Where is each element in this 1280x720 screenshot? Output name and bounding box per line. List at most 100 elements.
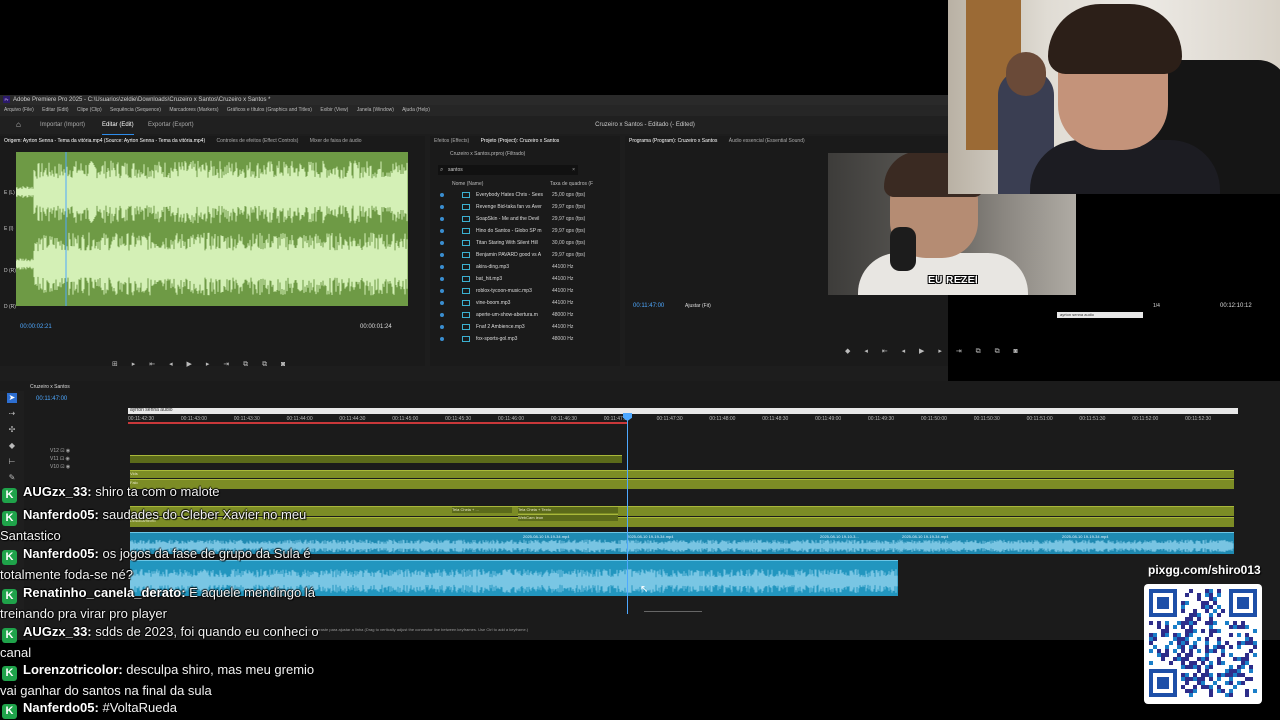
chat-message: K AUGzx_33: shiro ta com o malote	[0, 482, 330, 503]
clip-icon	[462, 276, 470, 282]
menu-edit[interactable]: Editar (Edit)	[42, 107, 68, 113]
label-color-swatch	[440, 289, 444, 293]
project-item[interactable]: akira-ding.mp3 44100 Hz	[440, 261, 610, 273]
project-item-rate: 44100 Hz	[552, 324, 574, 330]
track-header-v10[interactable]: V10 ⊡ ◉	[50, 464, 70, 470]
background-person-head	[1006, 52, 1046, 96]
track-header-v11[interactable]: V11 ⊡ ◉	[50, 456, 70, 462]
menu-help[interactable]: Ajuda (Help)	[402, 107, 430, 113]
workspace-edit[interactable]: Editar (Edit)	[102, 116, 134, 135]
program-timecode[interactable]: 00:11:47:00	[633, 303, 664, 309]
tab-effects[interactable]: Efeitos (Effects)	[434, 138, 469, 144]
workspace-export[interactable]: Exportar (Export)	[148, 116, 194, 134]
razor-icon[interactable]: ◆	[7, 441, 17, 451]
scale-dropdown[interactable]: 1/4	[1153, 303, 1160, 309]
tab-source[interactable]: Origem: Ayrton Senna - Tema da vitória.m…	[4, 138, 205, 144]
menu-bar: Arquivo (File) Editar (Edit) Clipe (Clip…	[0, 105, 948, 116]
stream-scene: { "window": { "title": "Adobe Premiere P…	[0, 0, 1280, 720]
chat-message: K Nanferdo05: saudades do Cleber Xavier n…	[0, 507, 307, 543]
project-item-rate: 25,00 qps (fps)	[552, 192, 586, 198]
webcam-feed	[948, 0, 1280, 194]
tab-project[interactable]: Projeto (Project): Cruzeiro x Santos	[481, 138, 560, 144]
project-item[interactable]: Titan Staring With Silent Hill 30,00 qps …	[440, 237, 610, 249]
track-header-v12[interactable]: V12 ⊡ ◉	[50, 448, 70, 454]
home-icon[interactable]: ⌂	[16, 121, 24, 129]
project-item[interactable]: Revenge Bid-taka fan vs Aver 29,97 qps (f…	[440, 201, 610, 213]
project-item[interactable]: vine-boom.mp3 44100 Hz	[440, 297, 610, 309]
video-clip[interactable]: WebCam leon	[518, 514, 618, 521]
selection-tool-icon[interactable]: ➤	[7, 393, 17, 403]
project-item-name: aperte-um-show-abertura.m	[476, 312, 538, 318]
ruler-tick-label: 00:11:50:30	[973, 416, 1000, 422]
tab-audio-mixer[interactable]: Mixer de faixa de áudio	[310, 138, 362, 144]
project-search-input[interactable]: ⌕ santos ×	[438, 165, 578, 175]
project-item-name: Everybody Hates Chris - Sees	[476, 192, 543, 198]
program-marker[interactable]: ayrton senna audio	[1057, 312, 1143, 318]
kick-badge-icon: K	[2, 589, 17, 604]
source-transport-controls[interactable]: ⊞ ▸ ⇤ ◂ ▶ ▸ ⇥ ⧉ ⧉ ◙	[112, 360, 291, 369]
ruler-tick-label: 00:11:52:30	[1185, 416, 1212, 422]
project-item[interactable]: bat_hit.mp3 44100 Hz	[440, 273, 610, 285]
in-out-range	[128, 422, 628, 424]
project-item-rate: 29,97 qps (fps)	[552, 216, 586, 222]
fit-dropdown[interactable]: Ajustar (Fit)	[685, 303, 711, 309]
project-path: Cruzeiro x Santos.prproj (Filtrado)	[450, 151, 526, 157]
project-item[interactable]: fox-sports-gol.mp3 48000 Hz	[440, 333, 610, 345]
label-color-swatch	[440, 277, 444, 281]
column-name[interactable]: Nome (Name)	[452, 181, 483, 187]
menu-file[interactable]: Arquivo (File)	[4, 107, 34, 113]
clear-icon[interactable]: ×	[572, 165, 575, 175]
workspace-import[interactable]: Importar (Import)	[40, 116, 85, 134]
audio-waveform[interactable]	[16, 152, 408, 306]
label-color-swatch	[440, 253, 444, 257]
project-item-name: Revenge Bid-taka fan vs Aver	[476, 204, 542, 210]
video-clip[interactable]: Tela Cheia + ...	[452, 506, 512, 513]
playhead[interactable]	[627, 414, 628, 614]
time-ruler[interactable]: ayrton senna audio 00:11:42:30 00:11:43:0…	[128, 407, 1238, 422]
sequence-tab[interactable]: Cruzeiro x Santos	[30, 384, 70, 390]
track-select-icon[interactable]: ⇢	[7, 409, 17, 419]
work-area-bar[interactable]: ayrton senna audio	[128, 407, 1238, 414]
clip-icon	[462, 264, 470, 270]
menu-window[interactable]: Janela (Window)	[357, 107, 394, 113]
tab-program[interactable]: Programa (Program): Cruzeiro x Santos	[629, 138, 717, 144]
label-color-swatch	[440, 313, 444, 317]
menu-sequence[interactable]: Sequência (Sequence)	[110, 107, 161, 113]
menu-markers[interactable]: Marcadores (Markers)	[169, 107, 218, 113]
column-rate[interactable]: Taxa de quadros (F	[550, 181, 593, 187]
tab-essential-sound[interactable]: Áudio essencial (Essential Sound)	[729, 138, 805, 144]
project-item-rate: 44100 Hz	[552, 264, 574, 270]
tab-effect-controls[interactable]: Controles de efeitos (Effect Controls)	[217, 138, 299, 144]
timeline-timecode[interactable]: 00:11:47:00	[36, 396, 67, 402]
project-item-rate: 48000 Hz	[552, 336, 574, 342]
source-timecode[interactable]: 00:00:02:21	[20, 324, 52, 330]
project-item[interactable]: Fnaf 2 Ambience.mp3 44100 Hz	[440, 321, 610, 333]
program-tabs: Programa (Program): Cruzeiro x Santos Áu…	[625, 136, 948, 146]
clip-icon	[462, 312, 470, 318]
ripple-edit-icon[interactable]: ✣	[7, 425, 17, 435]
menu-graphics[interactable]: Gráficos e títulos (Graphics and Titles)	[227, 107, 312, 113]
project-item[interactable]: aperte-um-show-abertura.m 48000 Hz	[440, 309, 610, 321]
project-item[interactable]: roblox-tycoon-music.mp3 44100 Hz	[440, 285, 610, 297]
project-item[interactable]: Everybody Hates Chris - Sees 25,00 qps (f…	[440, 189, 610, 201]
menu-clip[interactable]: Clipe (Clip)	[77, 107, 102, 113]
slip-icon[interactable]: ⊢	[7, 457, 17, 467]
project-item[interactable]: Benjamin PAVARD good vs A 29,97 qps (fps)	[440, 249, 610, 261]
project-item-rate: 29,97 qps (fps)	[552, 204, 586, 210]
source-duration: 00:00:01:24	[360, 324, 392, 330]
label-color-swatch	[440, 229, 444, 233]
video-clip[interactable]: Tela Cheia + Texto	[518, 506, 618, 513]
menu-view[interactable]: Exibir (View)	[320, 107, 348, 113]
project-item-name: Titan Staring With Silent Hill	[476, 240, 538, 246]
program-transport-controls[interactable]: ◆ ◂ ⇤ ◂ ▶ ▸ ⇥ ⧉ ⧉ ◙	[845, 347, 1024, 356]
chat-message: K Nanferdo05: os jogos da fase de grupo d…	[0, 546, 311, 582]
qr-code	[1144, 584, 1262, 704]
video-clip[interactable]	[130, 455, 622, 463]
window-title: Adobe Premiere Pro 2025 - C:\Usuarios\ze…	[13, 97, 271, 103]
zoom-scrollbar[interactable]	[644, 611, 702, 612]
kick-badge-icon: K	[2, 628, 17, 643]
label-color-swatch	[440, 193, 444, 197]
project-item[interactable]: Hino do Santos - Globo SP m 29,97 qps (fp…	[440, 225, 610, 237]
video-clip[interactable]: Vids	[130, 470, 1234, 478]
project-item[interactable]: SoapSkin - Me and the Devil 29,97 qps (fp…	[440, 213, 610, 225]
